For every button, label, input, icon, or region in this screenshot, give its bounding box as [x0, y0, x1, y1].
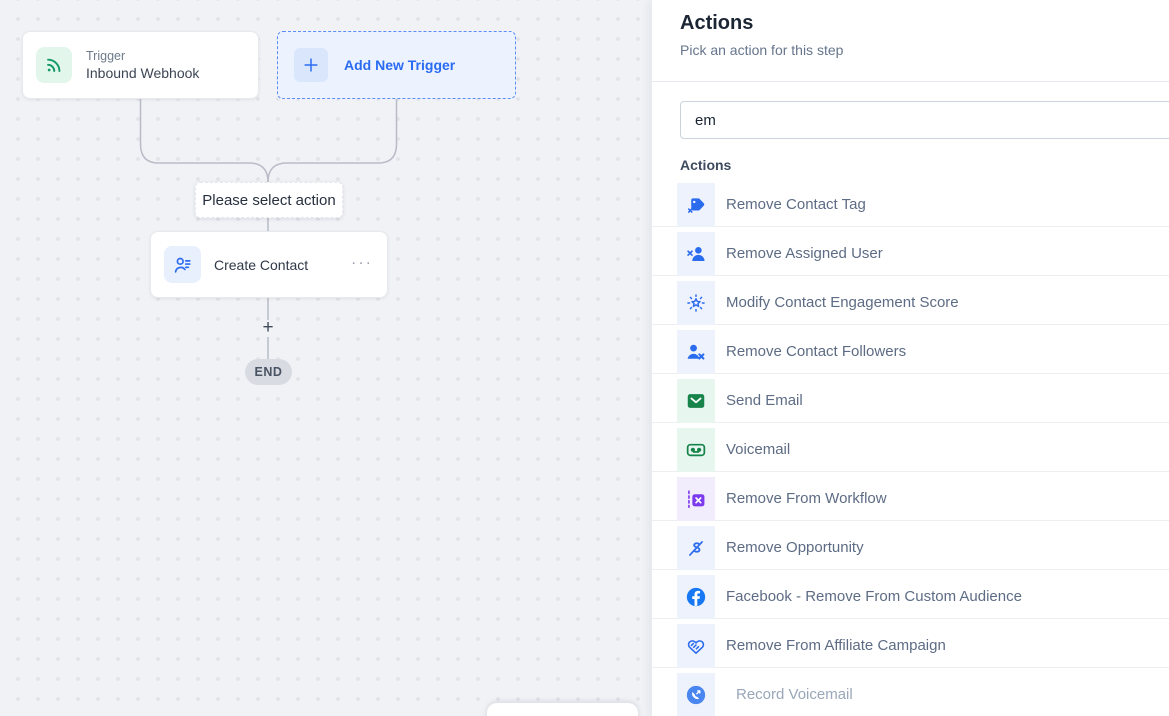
select-action-prompt: Please select action	[195, 182, 343, 218]
action-list-item[interactable]: Remove Contact Followers	[652, 330, 1169, 374]
actions-list: Remove Contact Tag Remove Assigned User …	[652, 183, 1169, 716]
action-list-item[interactable]: Remove From Affiliate Campaign	[652, 624, 1169, 668]
action-label: Voicemail	[726, 441, 790, 458]
phone-circle-icon	[677, 673, 715, 716]
action-label: Remove Opportunity	[726, 539, 864, 556]
node-menu-button[interactable]: ···	[351, 254, 373, 272]
action-list-item[interactable]: Remove From Workflow	[652, 477, 1169, 521]
action-list-item[interactable]: Record Voicemail	[652, 673, 1169, 716]
action-search-input[interactable]	[680, 101, 1169, 139]
action-list-item[interactable]: Modify Contact Engagement Score	[652, 281, 1169, 325]
action-node-title: Create Contact	[214, 257, 308, 273]
action-label: Send Email	[726, 392, 803, 409]
add-step-button[interactable]: +	[258, 318, 278, 338]
end-badge: END	[245, 359, 292, 385]
workflow-connectors	[0, 0, 651, 716]
action-label: Remove Contact Tag	[726, 196, 866, 213]
user-x-right-icon	[677, 330, 715, 374]
panel-title: Actions	[680, 12, 1141, 35]
action-list-item[interactable]: Remove Opportunity	[652, 526, 1169, 570]
envelope-icon	[677, 379, 715, 423]
action-list-item[interactable]: Remove Assigned User	[652, 232, 1169, 276]
trigger-title: Inbound Webhook	[86, 65, 199, 81]
plus-icon	[294, 48, 328, 82]
actions-section-label: Actions	[680, 157, 1169, 173]
action-label: Remove From Affiliate Campaign	[726, 637, 946, 654]
create-contact-node[interactable]: Create Contact ···	[150, 231, 388, 298]
action-list-item[interactable]: Remove Contact Tag	[652, 183, 1169, 227]
actions-panel-header: Actions Pick an action for this step	[652, 0, 1169, 82]
user-list-icon	[164, 246, 201, 283]
action-label: Remove Assigned User	[726, 245, 883, 262]
sparkle-star-icon	[677, 281, 715, 325]
action-label: Modify Contact Engagement Score	[726, 294, 959, 311]
trigger-category-label: Trigger	[86, 49, 199, 63]
action-list-item[interactable]: Voicemail	[652, 428, 1169, 472]
handshake-icon	[677, 624, 715, 668]
dollar-slash-icon	[677, 526, 715, 570]
webhook-rss-icon	[36, 47, 72, 83]
action-label: Record Voicemail	[736, 686, 853, 703]
workflow-x-icon	[677, 477, 715, 521]
action-label: Remove From Workflow	[726, 490, 887, 507]
panel-subtitle: Pick an action for this step	[680, 42, 1141, 58]
add-new-trigger-button[interactable]: Add New Trigger	[277, 31, 516, 99]
action-list-item[interactable]: Send Email	[652, 379, 1169, 423]
facebook-icon	[677, 575, 715, 619]
trigger-node[interactable]: Trigger Inbound Webhook	[22, 31, 259, 99]
user-x-left-icon	[677, 232, 715, 276]
tag-x-icon	[677, 183, 715, 227]
add-new-trigger-label: Add New Trigger	[344, 57, 455, 73]
canvas-bottom-popup	[487, 703, 638, 716]
action-label: Facebook - Remove From Custom Audience	[726, 588, 1022, 605]
action-list-item[interactable]: Facebook - Remove From Custom Audience	[652, 575, 1169, 619]
workflow-canvas[interactable]: Trigger Inbound Webhook Add New Trigger …	[0, 0, 651, 716]
actions-panel: Actions Pick an action for this step Act…	[651, 0, 1169, 716]
voicemail-icon	[677, 428, 715, 472]
action-label: Remove Contact Followers	[726, 343, 906, 360]
